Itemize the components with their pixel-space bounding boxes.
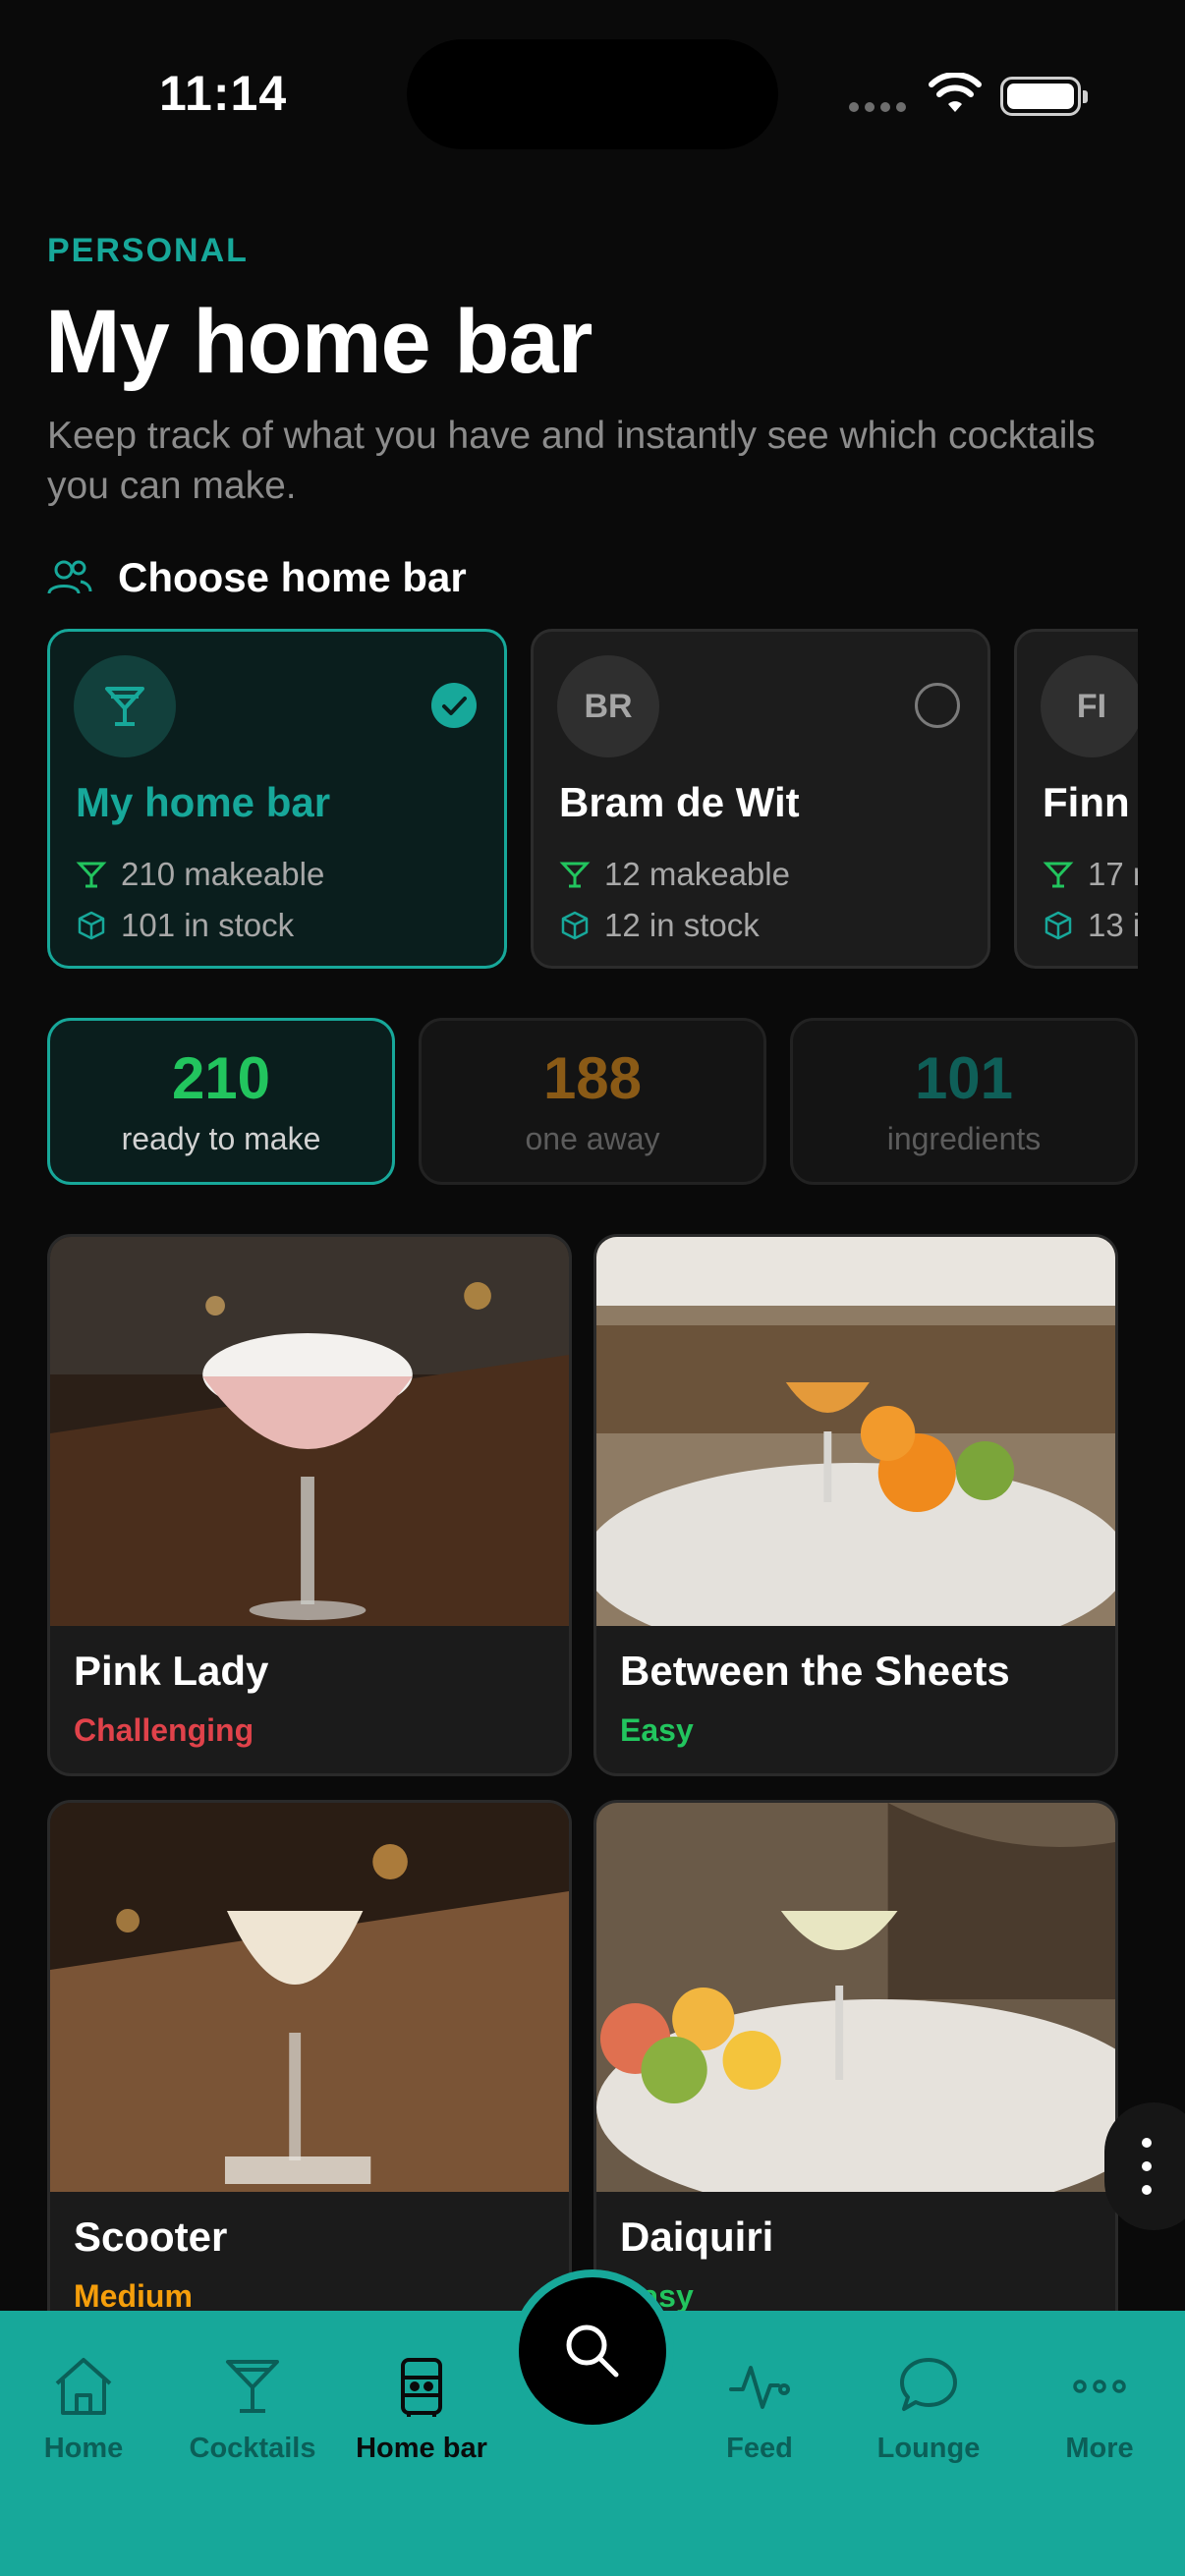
stat-value: 188 bbox=[542, 1045, 643, 1111]
stat-label: ready to make bbox=[121, 1121, 321, 1156]
cocktail-card-scooter[interactable]: Scooter Medium bbox=[47, 1800, 572, 2342]
cocktail-card-between-the-sheets[interactable]: Between the Sheets Easy bbox=[593, 1234, 1118, 1776]
tab-home[interactable]: Home bbox=[0, 2352, 167, 2465]
home-icon bbox=[55, 2358, 112, 2415]
tab-label: Home bar bbox=[356, 2433, 487, 2464]
difficulty-badge: Easy bbox=[620, 1712, 694, 1748]
stat-label: one away bbox=[525, 1121, 660, 1156]
choose-home-bar-heading: Choose home bar bbox=[47, 554, 467, 601]
bar-avatar: FI bbox=[1041, 655, 1138, 757]
stat-value: 101 bbox=[914, 1045, 1014, 1111]
in-stock-count: 101 in stock bbox=[76, 907, 294, 944]
cocktail-name: Between the Sheets bbox=[620, 1648, 1010, 1694]
more-options-button[interactable] bbox=[1104, 2102, 1185, 2230]
tab-lounge[interactable]: Lounge bbox=[845, 2352, 1012, 2465]
cocktail-name: Pink Lady bbox=[74, 1648, 269, 1694]
bar-name: Finn bbox=[1043, 779, 1130, 825]
cellular-signal-icon bbox=[849, 102, 906, 112]
tab-cocktails[interactable]: Cocktails bbox=[169, 2352, 336, 2465]
activity-pulse-icon bbox=[729, 2366, 790, 2409]
cocktail-glass-icon bbox=[559, 862, 591, 888]
cocktail-glass-icon bbox=[1043, 862, 1074, 888]
bar-cabinet-icon bbox=[401, 2358, 442, 2417]
cocktail-photo bbox=[50, 1237, 569, 1626]
in-stock-count: 12 in stock bbox=[559, 907, 760, 944]
bar-name: My home bar bbox=[76, 779, 331, 825]
box-icon bbox=[78, 911, 105, 940]
bar-card-finn[interactable]: FI Finn 17 makeable 13 in stock bbox=[1014, 629, 1138, 969]
tab-label: More bbox=[1065, 2433, 1134, 2464]
dynamic-island bbox=[407, 39, 778, 149]
more-dots-icon bbox=[1073, 2380, 1126, 2393]
home-bar-carousel[interactable]: My home bar 210 makeable 101 in stock BR… bbox=[47, 629, 1138, 971]
tab-label: Lounge bbox=[876, 2433, 981, 2464]
page-subtitle: Keep track of what you have and instantl… bbox=[47, 415, 1096, 507]
bar-name: Bram de Wit bbox=[559, 779, 800, 825]
cocktail-glass-icon bbox=[76, 862, 107, 888]
bar-card-my-home-bar[interactable]: My home bar 210 makeable 101 in stock bbox=[47, 629, 507, 969]
screen: 11:14 PERSONAL My home bar Keep track of… bbox=[0, 0, 1185, 2576]
stat-one-away[interactable]: 188 one away bbox=[419, 1018, 766, 1185]
tab-more[interactable]: More bbox=[1016, 2352, 1183, 2465]
battery-icon bbox=[1000, 77, 1088, 116]
makeable-count: 210 makeable bbox=[76, 856, 324, 893]
unselected-radio-icon bbox=[915, 683, 960, 728]
choose-home-bar-label: Choose home bar bbox=[118, 554, 467, 600]
makeable-count: 17 makeable bbox=[1043, 856, 1138, 893]
bar-card-bram-de-wit[interactable]: BR Bram de Wit 12 makeable 12 in stock bbox=[531, 629, 990, 969]
tab-label: Feed bbox=[726, 2433, 793, 2464]
search-icon bbox=[566, 2324, 619, 2378]
status-time: 11:14 bbox=[159, 66, 288, 121]
cocktail-photo bbox=[596, 1237, 1115, 1626]
cocktail-photo bbox=[50, 1803, 569, 2192]
section-eyebrow: PERSONAL bbox=[47, 232, 249, 269]
cocktail-name: Scooter bbox=[74, 2213, 228, 2260]
page-title: My home bar bbox=[45, 292, 592, 392]
search-button[interactable] bbox=[511, 2269, 674, 2433]
stat-value: 210 bbox=[171, 1045, 271, 1111]
tab-feed[interactable]: Feed bbox=[676, 2352, 843, 2465]
tab-label: Home bbox=[43, 2433, 124, 2464]
stat-label: ingredients bbox=[886, 1121, 1042, 1156]
chat-bubble-icon bbox=[900, 2358, 957, 2411]
tab-label: Cocktails bbox=[189, 2433, 316, 2464]
cocktail-card-pink-lady[interactable]: Pink Lady Challenging bbox=[47, 1234, 572, 1776]
cocktail-name: Daiquiri bbox=[620, 2213, 774, 2260]
stat-ready-to-make[interactable]: 210 ready to make bbox=[47, 1018, 395, 1185]
stat-ingredients[interactable]: 101 ingredients bbox=[790, 1018, 1138, 1185]
bar-avatar bbox=[74, 655, 176, 757]
selected-check-icon bbox=[431, 683, 477, 728]
box-icon bbox=[561, 911, 589, 940]
wifi-icon bbox=[929, 73, 982, 112]
cocktail-glass-icon bbox=[226, 2360, 279, 2413]
difficulty-badge: Challenging bbox=[74, 1712, 254, 1748]
users-icon bbox=[47, 560, 92, 594]
box-icon bbox=[1044, 911, 1072, 940]
makeable-count: 12 makeable bbox=[559, 856, 790, 893]
cocktail-card-daiquiri[interactable]: Daiquiri Easy bbox=[593, 1800, 1118, 2342]
cocktail-photo bbox=[596, 1803, 1115, 2192]
cocktail-glass-icon bbox=[105, 687, 144, 726]
bar-avatar: BR bbox=[557, 655, 659, 757]
in-stock-count: 13 in stock bbox=[1043, 907, 1138, 944]
difficulty-badge: Medium bbox=[74, 2278, 193, 2314]
tab-home-bar[interactable]: Home bar bbox=[338, 2352, 505, 2465]
